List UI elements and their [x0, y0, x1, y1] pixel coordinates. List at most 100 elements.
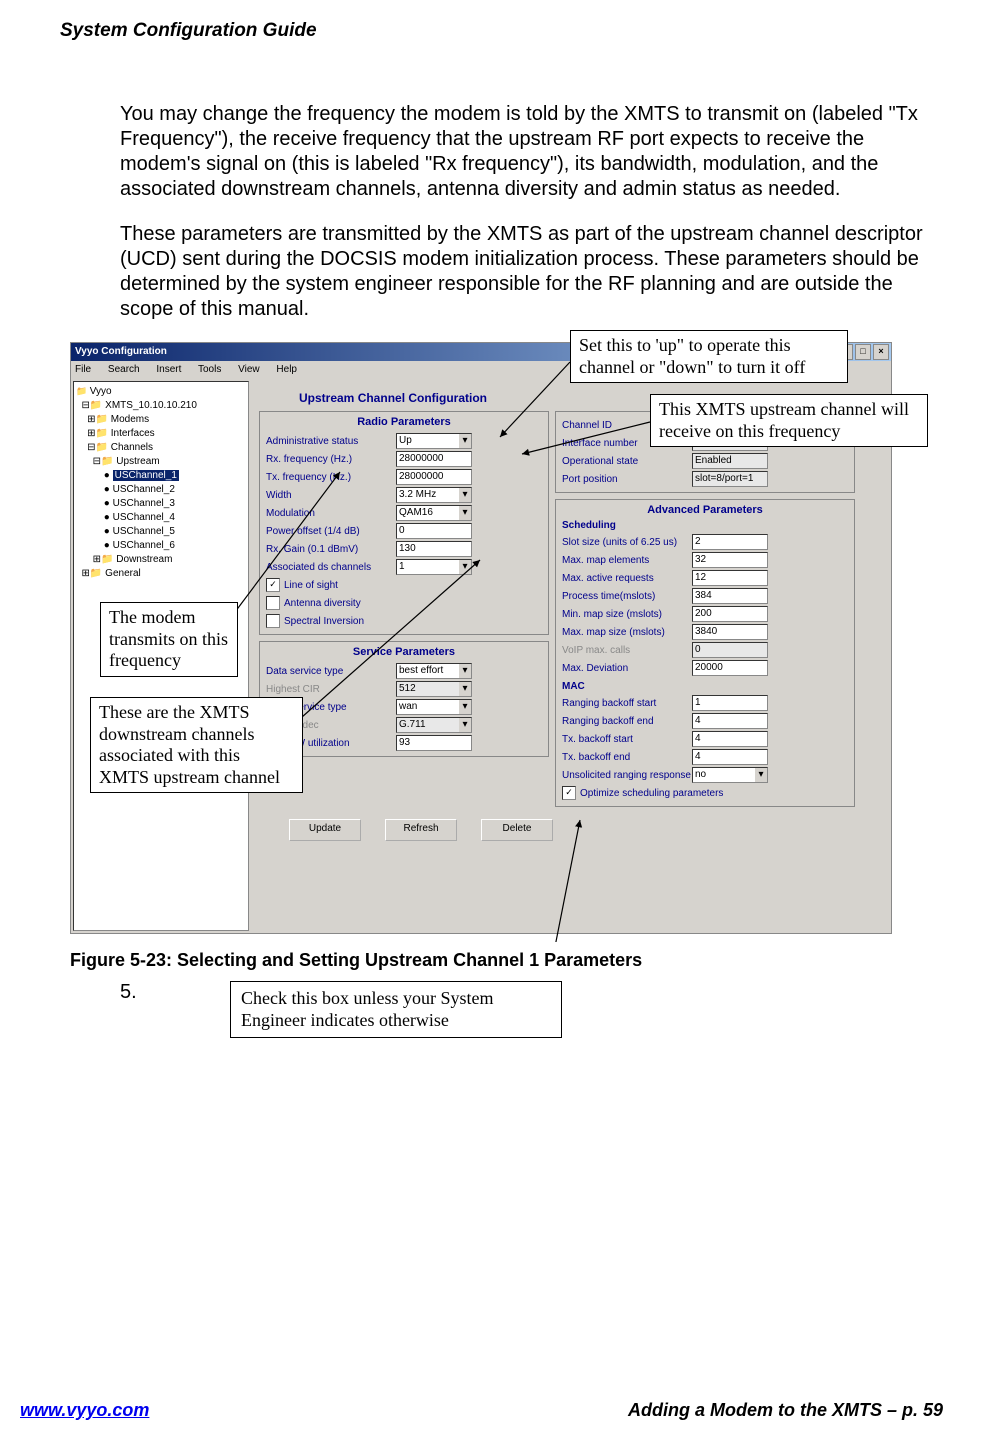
radio-title: Radio Parameters — [266, 416, 542, 428]
doc-header: System Configuration Guide — [60, 20, 943, 42]
mac-title: MAC — [562, 681, 848, 692]
highest-cir-field: 512 — [396, 681, 472, 697]
screenshot-area: Vyyo Configuration _ □ × File Search Ins… — [70, 342, 890, 942]
callout-optimize: Check this box unless your System Engine… — [230, 981, 562, 1038]
antenna-label: Antenna diversity — [284, 598, 414, 609]
tx-freq-field[interactable]: 28000000 — [396, 469, 472, 485]
tree-us4[interactable]: ● USChannel_4 — [76, 511, 246, 525]
service-title: Service Parameters — [266, 646, 542, 658]
rbs-field[interactable]: 1 — [692, 695, 768, 711]
tbe-label: Tx. backoff end — [562, 752, 692, 763]
tree-root[interactable]: Vyyo — [76, 384, 246, 399]
tbs-field[interactable]: 4 — [692, 731, 768, 747]
callout-assoc-ds: These are the XMTS downstream channels a… — [90, 697, 303, 793]
max-map-label: Max. map size (mslots) — [562, 627, 692, 638]
urr-label: Unsolicited ranging response — [562, 770, 692, 781]
antenna-checkbox[interactable] — [266, 596, 280, 610]
admin-status-field[interactable]: Up — [396, 433, 472, 449]
rbe-field[interactable]: 4 — [692, 713, 768, 729]
figure-caption: Figure 5-23: Selecting and Setting Upstr… — [70, 950, 943, 971]
slot-size-label: Slot size (units of 6.25 us) — [562, 537, 692, 548]
tree-interfaces[interactable]: ⊞📁 Interfaces — [76, 427, 246, 441]
menu-insert[interactable]: Insert — [156, 364, 181, 375]
process-time-label: Process time(mslots) — [562, 591, 692, 602]
delete-button[interactable]: Delete — [481, 819, 553, 841]
menu-tools[interactable]: Tools — [198, 364, 221, 375]
maximize-icon[interactable]: □ — [855, 344, 871, 360]
rx-gain-field[interactable]: 130 — [396, 541, 472, 557]
menu-view[interactable]: View — [238, 364, 260, 375]
modulation-label: Modulation — [266, 508, 396, 519]
tree-downstream[interactable]: ⊞📁 Downstream — [76, 553, 246, 567]
port-pos-field: slot=8/port=1 — [692, 471, 768, 487]
max-map-el-label: Max. map elements — [562, 555, 692, 566]
advanced-panel: Advanced Parameters Scheduling Slot size… — [555, 499, 855, 807]
tree-us5[interactable]: ● USChannel_5 — [76, 525, 246, 539]
max-active-field[interactable]: 12 — [692, 570, 768, 586]
power-offset-label: Power offset (1/4 dB) — [266, 526, 396, 537]
process-time-field[interactable]: 384 — [692, 588, 768, 604]
tree-xmts[interactable]: ⊟📁 XMTS_10.10.10.210 — [76, 399, 246, 413]
voice-service-field[interactable]: wan — [396, 699, 472, 715]
wan-bw-field[interactable]: 93 — [396, 735, 472, 751]
form-pane: Upstream Channel Configuration Radio Par… — [251, 379, 891, 933]
assoc-ds-field[interactable]: 1 — [396, 559, 472, 575]
los-checkbox[interactable]: ✓ — [266, 578, 280, 592]
menu-help[interactable]: Help — [276, 364, 297, 375]
tree-us2[interactable]: ● USChannel_2 — [76, 483, 246, 497]
optimize-checkbox[interactable]: ✓ — [562, 786, 576, 800]
rx-freq-label: Rx. frequency (Hz.) — [266, 454, 396, 465]
update-button[interactable]: Update — [289, 819, 361, 841]
op-state-field: Enabled — [692, 453, 768, 469]
menu-file[interactable]: File — [75, 364, 91, 375]
assoc-ds-label: Associated ds channels — [266, 562, 396, 573]
urr-field[interactable]: no — [692, 767, 768, 783]
rbe-label: Ranging backoff end — [562, 716, 692, 727]
port-pos-label: Port position — [562, 474, 692, 485]
width-field[interactable]: 3.2 MHz — [396, 487, 472, 503]
slot-size-field[interactable]: 2 — [692, 534, 768, 550]
paragraph-1: You may change the frequency the modem i… — [120, 102, 923, 202]
footer-url[interactable]: www.vyyo.com — [20, 1400, 149, 1421]
callout-tx-freq: The modem transmits on this frequency — [100, 602, 238, 677]
data-service-field[interactable]: best effort — [396, 663, 472, 679]
window-title: Vyyo Configuration — [75, 343, 167, 361]
rbs-label: Ranging backoff start — [562, 698, 692, 709]
tree-modems[interactable]: ⊞📁 Modems — [76, 413, 246, 427]
tree-us6[interactable]: ● USChannel_6 — [76, 539, 246, 553]
tree-us1[interactable]: ● USChannel_1 — [76, 469, 246, 483]
voip-max-label: VoIP max. calls — [562, 645, 692, 656]
close-icon[interactable]: × — [873, 344, 889, 360]
tree-us3[interactable]: ● USChannel_3 — [76, 497, 246, 511]
scheduling-title: Scheduling — [562, 520, 848, 531]
max-map-el-field[interactable]: 32 — [692, 552, 768, 568]
voip-codec-field: G.711 — [396, 717, 472, 733]
rx-gain-label: Rx. Gain (0.1 dBmV) — [266, 544, 396, 555]
rx-freq-field[interactable]: 28000000 — [396, 451, 472, 467]
refresh-button[interactable]: Refresh — [385, 819, 457, 841]
tbs-label: Tx. backoff start — [562, 734, 692, 745]
los-label: Line of sight — [284, 580, 414, 591]
tree-channels[interactable]: ⊟📁 Channels — [76, 441, 246, 455]
advanced-title: Advanced Parameters — [562, 504, 848, 516]
tbe-field[interactable]: 4 — [692, 749, 768, 765]
max-dev-label: Max. Deviation — [562, 663, 692, 674]
power-offset-field[interactable]: 0 — [396, 523, 472, 539]
spectral-checkbox[interactable] — [266, 614, 280, 628]
max-map-field[interactable]: 3840 — [692, 624, 768, 640]
optimize-label: Optimize scheduling parameters — [580, 788, 723, 799]
paragraph-2: These parameters are transmitted by the … — [120, 222, 923, 322]
min-map-field[interactable]: 200 — [692, 606, 768, 622]
tree-general[interactable]: ⊞📁 General — [76, 567, 246, 581]
min-map-label: Min. map size (mslots) — [562, 609, 692, 620]
footer: www.vyyo.com Adding a Modem to the XMTS … — [20, 1400, 943, 1421]
modulation-field[interactable]: QAM16 — [396, 505, 472, 521]
max-dev-field[interactable]: 20000 — [692, 660, 768, 676]
voip-max-field: 0 — [692, 642, 768, 658]
tree-upstream[interactable]: ⊟📁 Upstream — [76, 455, 246, 469]
spectral-label: Spectral Inversion — [284, 616, 414, 627]
footer-page: Adding a Modem to the XMTS – p. 59 — [628, 1400, 943, 1421]
highest-cir-label: Highest CIR — [266, 684, 396, 695]
op-state-label: Operational state — [562, 456, 692, 467]
menu-search[interactable]: Search — [108, 364, 140, 375]
